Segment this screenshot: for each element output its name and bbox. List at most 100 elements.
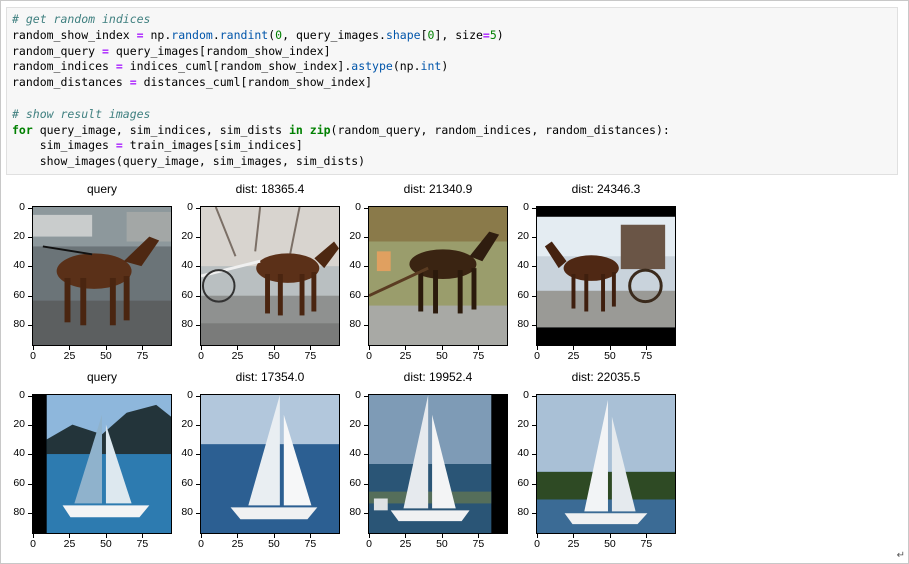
y-tick-mark — [364, 324, 368, 326]
code-token: show_images(query_image, sim_images, sim… — [12, 154, 366, 169]
y-tick-mark — [532, 396, 536, 397]
y-tick-mark — [28, 237, 32, 239]
y-tick-mark — [532, 454, 536, 456]
y-tick-mark — [532, 425, 536, 427]
plot-title: dist: 18365.4 — [235, 182, 305, 196]
y-tick-mark — [196, 266, 200, 268]
y-tick-mark — [364, 454, 368, 456]
code-token: indices_cuml[random_show_index]. — [122, 59, 352, 74]
code-token: random_show_index — [12, 27, 137, 42]
y-tick-label: 40 — [517, 447, 529, 460]
code-editor[interactable]: # get random indices random_show_index =… — [12, 12, 670, 170]
y-tick-label: 40 — [13, 259, 25, 272]
code-token: = — [115, 59, 123, 74]
y-tick-mark — [364, 237, 368, 239]
plot-title: query — [86, 182, 118, 196]
y-tick-label: 60 — [349, 476, 361, 489]
y-tick-mark — [196, 396, 200, 397]
code-cell[interactable]: # get random indices random_show_index =… — [6, 7, 898, 175]
y-tick-mark — [196, 425, 200, 427]
plot-image — [32, 206, 172, 346]
y-tick-label: 20 — [181, 230, 193, 243]
code-line: random_show_index = np.random.randint(0,… — [12, 28, 504, 42]
y-tick-mark — [364, 425, 368, 427]
code-line: show_images(query_image, sim_images, sim… — [12, 154, 365, 168]
code-token: astype — [351, 59, 393, 74]
x-tick-label: 25 — [399, 350, 412, 362]
code-token: [ — [420, 27, 428, 42]
code-token: random_distances — [12, 75, 130, 90]
y-tick-label: 0 — [355, 201, 361, 213]
plot-image — [200, 394, 340, 534]
plot-title: dist: 22035.5 — [571, 370, 641, 384]
code-token: randint — [219, 27, 269, 42]
code-line: # get random indices — [12, 12, 150, 26]
x-tick-label: 50 — [268, 538, 280, 550]
y-tick-label: 60 — [181, 288, 193, 301]
code-token: shape — [385, 27, 421, 42]
code-token: = — [136, 27, 144, 42]
code-token: random_indices — [12, 59, 116, 74]
y-tick-label: 80 — [349, 317, 361, 330]
x-tick-label: 25 — [567, 538, 580, 550]
plot-image — [368, 394, 508, 534]
y-tick-mark — [364, 512, 368, 514]
y-tick-label: 40 — [181, 447, 193, 460]
y-tick-label: 0 — [187, 201, 193, 213]
y-tick-mark — [196, 208, 200, 209]
x-tick-label: 75 — [640, 350, 653, 362]
y-tick-label: 80 — [13, 317, 25, 330]
y-tick-label: 20 — [13, 418, 25, 431]
y-tick-mark — [364, 295, 368, 297]
x-tick-label: 25 — [231, 350, 244, 362]
y-tick-label: 60 — [13, 288, 25, 301]
code-token: = — [115, 138, 123, 153]
plot-title: dist: 17354.0 — [235, 370, 305, 384]
code-token: for — [12, 122, 33, 137]
code-token: ], size — [434, 27, 483, 42]
code-token: random — [171, 27, 213, 42]
code-token: (random_query, random_indices, random_di… — [330, 122, 670, 137]
y-tick-label: 40 — [349, 447, 361, 460]
y-tick-label: 40 — [181, 259, 193, 272]
plot-title: dist: 19952.4 — [403, 370, 473, 384]
y-tick-label: 0 — [523, 201, 529, 213]
code-token: = — [102, 43, 109, 58]
plot-image — [32, 394, 172, 534]
y-tick-label: 20 — [517, 230, 529, 243]
y-tick-label: 80 — [181, 505, 193, 518]
x-tick-label: 50 — [604, 350, 616, 362]
x-tick-label: 50 — [100, 350, 112, 362]
code-token: = — [129, 75, 137, 90]
code-token: in — [288, 122, 303, 137]
x-tick-label: 0 — [534, 538, 540, 550]
code-line: random_indices = indices_cuml[random_sho… — [12, 59, 448, 73]
x-tick-label: 25 — [567, 350, 580, 362]
y-tick-mark — [28, 266, 32, 268]
x-tick-label: 0 — [366, 538, 372, 550]
code-line: random_query = query_images[random_show_… — [12, 44, 331, 58]
x-tick-label: 25 — [231, 538, 244, 550]
y-tick-mark — [196, 324, 200, 326]
y-tick-mark — [532, 295, 536, 297]
plot-title: query — [86, 370, 118, 384]
code-token: random_query — [12, 43, 103, 58]
y-tick-label: 60 — [13, 476, 25, 489]
x-tick-label: 50 — [436, 538, 448, 550]
code-token: # show result images — [12, 106, 151, 121]
x-tick-label: 0 — [366, 350, 372, 362]
y-tick-mark — [28, 425, 32, 427]
plot-image — [536, 394, 676, 534]
code-token: . — [212, 27, 220, 42]
x-tick-label: 50 — [604, 538, 616, 550]
x-tick-label: 0 — [198, 538, 204, 550]
y-tick-label: 20 — [349, 230, 361, 243]
y-tick-mark — [364, 266, 368, 268]
y-tick-mark — [196, 483, 200, 485]
x-tick-label: 75 — [136, 538, 149, 550]
y-tick-mark — [196, 454, 200, 456]
code-token: query_image, sim_indices, sim_dists — [32, 122, 289, 137]
y-tick-label: 40 — [13, 447, 25, 460]
y-tick-label: 60 — [517, 476, 529, 489]
code-line: random_distances = distances_cuml[random… — [12, 75, 372, 89]
